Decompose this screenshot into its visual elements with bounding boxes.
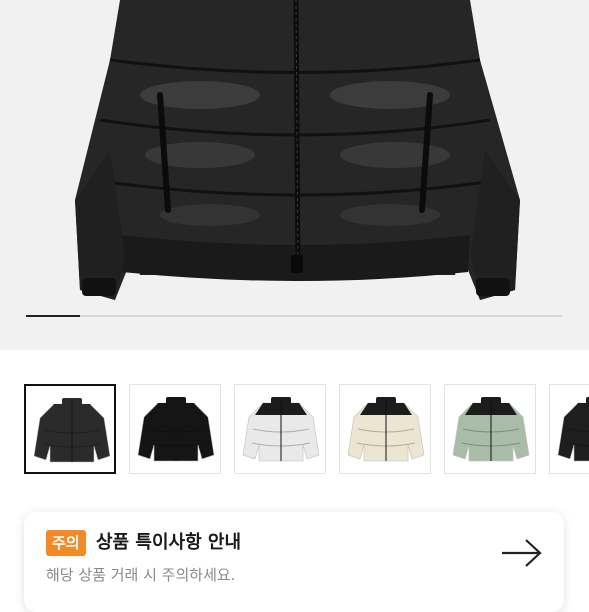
thumbnail-black-glossy-jacket[interactable] [129, 384, 221, 474]
jacket-thumbnail-image [347, 397, 425, 462]
carousel-progress-track [26, 315, 562, 317]
product-notice-card[interactable]: 주의 상품 특이사항 안내 해당 상품 거래 시 주의하세요. [24, 512, 564, 612]
jacket-thumbnail-image [33, 398, 111, 463]
jacket-thumbnail-image [557, 397, 589, 462]
arrow-right-icon[interactable] [500, 538, 544, 568]
notice-description: 해당 상품 거래 시 주의하세요. [46, 566, 236, 584]
black-puffer-jacket-image [75, 0, 520, 300]
thumbnail-sage-green-jacket[interactable] [444, 384, 536, 474]
jacket-thumbnail-image [137, 397, 215, 462]
jacket-thumbnail-image [242, 397, 320, 462]
thumbnail-strip[interactable] [24, 384, 589, 478]
thumbnail-black-jacket-partial[interactable] [549, 384, 589, 474]
thumbnail-black-matte-jacket[interactable] [24, 384, 116, 474]
notice-title: 상품 특이사항 안내 [96, 532, 242, 553]
thumbnail-white-jacket[interactable] [234, 384, 326, 474]
thumbnail-cream-jacket[interactable] [339, 384, 431, 474]
jacket-thumbnail-image [452, 397, 530, 462]
carousel-progress-indicator [26, 315, 80, 317]
product-image-carousel[interactable] [0, 0, 589, 350]
caution-badge: 주의 [46, 530, 86, 556]
